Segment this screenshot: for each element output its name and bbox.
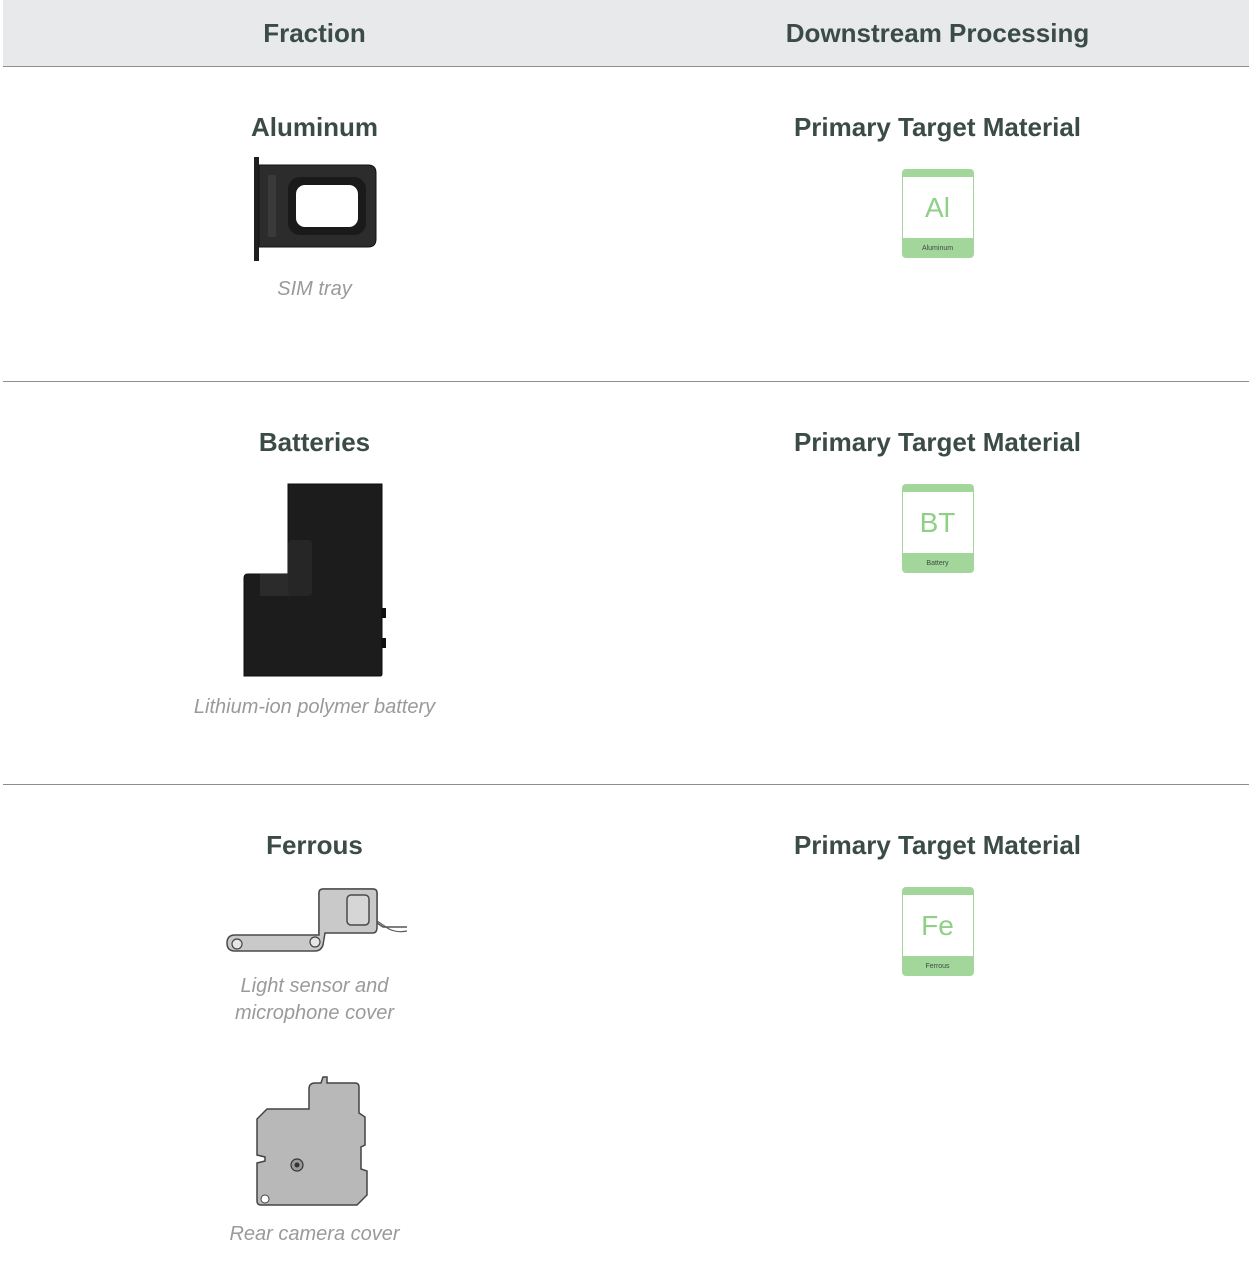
table-row: Ferrous Light sensor and microphone cove… — [3, 785, 1249, 1261]
fraction-title: Aluminum — [250, 112, 379, 142]
caption-line: microphone cover — [235, 1002, 394, 1024]
caption-line: Light sensor and — [240, 975, 389, 997]
fraction-title: Ferrous — [266, 830, 363, 860]
processing-cell: Primary Target Material Al Aluminum — [626, 67, 1249, 381]
sim-tray-icon — [253, 157, 376, 261]
processing-cell: Primary Target Material Fe Ferrous — [626, 785, 1249, 1261]
processing-title: Primary Target Material — [793, 427, 1082, 457]
table-row: Batteries Lithium-ion polymer battery Pr… — [3, 382, 1249, 785]
table-row: Aluminum SIM tray Primary Target Materia… — [3, 67, 1249, 382]
material-name: Ferrous — [901, 956, 974, 976]
processing-cell: Primary Target Material BT Battery — [626, 382, 1249, 784]
part-caption: Lithium-ion polymer battery — [193, 696, 436, 718]
material-symbol: BT — [901, 492, 974, 553]
material-name: Battery — [901, 553, 974, 573]
fraction-title: Batteries — [258, 427, 371, 457]
table-header: Fraction Downstream Processing — [3, 0, 1249, 67]
material-symbol: Fe — [901, 895, 974, 956]
part-caption: SIM tray — [277, 278, 352, 300]
rear-camera-cover-icon — [255, 1076, 368, 1206]
part-caption: Light sensor and microphone cover — [235, 973, 394, 1027]
material-name: Aluminum — [901, 238, 974, 258]
fraction-cell: Ferrous Light sensor and microphone cove… — [3, 785, 626, 1261]
fraction-cell: Aluminum SIM tray — [3, 67, 626, 381]
recycling-table: Fraction Downstream Processing Aluminum … — [3, 0, 1249, 1261]
fraction-cell: Batteries Lithium-ion polymer battery — [3, 382, 626, 784]
material-tile-battery: BT Battery — [901, 484, 974, 573]
material-tile-aluminum: Al Aluminum — [901, 169, 974, 258]
material-tile-ferrous: Fe Ferrous — [901, 887, 974, 976]
processing-title: Primary Target Material — [793, 112, 1082, 142]
battery-icon — [243, 483, 386, 677]
light-sensor-cover-icon — [225, 888, 407, 952]
processing-title: Primary Target Material — [793, 830, 1082, 860]
material-symbol: Al — [901, 177, 974, 238]
header-downstream-processing: Downstream Processing — [785, 17, 1090, 48]
part-caption: Rear camera cover — [229, 1223, 400, 1245]
header-fraction: Fraction — [263, 17, 366, 48]
